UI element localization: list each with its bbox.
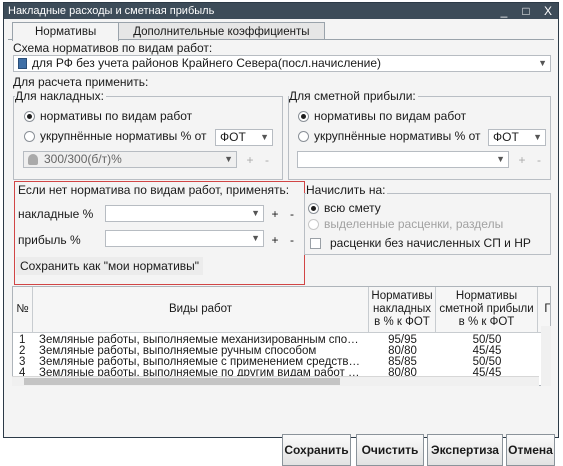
tab-norms[interactable]: Нормативы [12,22,120,41]
save-button[interactable]: Сохранить [282,434,351,466]
radio-icon [298,110,309,122]
checkbox-icon [310,237,321,249]
document-icon [18,58,27,69]
radio-icon [24,130,35,142]
fallback-profit-add-button[interactable]: + [270,233,280,247]
fallback-overhead-add-button[interactable]: + [270,207,280,221]
radio-icon [298,130,309,142]
table-vertical-scrollbar[interactable] [541,326,551,386]
profit-fot-value: ФОТ [493,130,519,144]
scheme-label: Схема нормативов по видам работ: [13,41,213,55]
overhead-radio-aggregated[interactable]: укрупнённые нормативы % от [24,129,207,143]
fallback-overhead-label: накладные % [18,207,94,221]
column-header-work-type[interactable]: Виды работ [33,287,369,333]
radio-icon [308,218,319,230]
overhead-radio-by-type[interactable]: нормативы по видам работ [24,109,192,123]
profit-radio-aggregated-label: укрупнённые нормативы % от [314,129,481,143]
fallback-label: Если нет норматива по видам работ, приме… [18,183,290,197]
chevron-down-icon: ▼ [533,132,542,142]
tab-body: Схема нормативов по видам работ: для РФ … [8,39,555,466]
overhead-remove-button[interactable]: - [262,153,272,167]
fallback-overhead-remove-button[interactable]: - [287,207,297,221]
chevron-down-icon: ▼ [496,154,505,164]
overhead-radio-aggregated-label: укрупнённые нормативы % от [40,129,207,143]
dialog-window: Накладные расходы и сметная прибыль _ □ … [3,2,559,466]
scrollbar-thumb[interactable] [24,378,340,385]
profit-remove-button[interactable]: - [534,153,544,167]
window-title: Накладные расходы и сметная прибыль [8,5,215,17]
user-icon [28,154,38,165]
save-my-norms-button[interactable]: Сохранить как "мои нормативы" [16,257,204,275]
profit-add-button[interactable]: + [517,153,527,167]
radio-icon [24,110,35,122]
column-header-overhead[interactable]: Нормативы накладных в % к ФОТ [369,287,436,333]
apply-for-label: Для расчета применить: [13,75,149,89]
radio-icon [308,202,319,214]
chevron-down-icon: ▼ [260,132,269,142]
chevron-down-icon: ▼ [224,154,233,164]
accrue-without-label: расценки без начисленных СП и НР [330,236,531,250]
column-header-profit[interactable]: Нормативы сметной прибыли в % к ФОТ [436,287,538,333]
tab-strip: Нормативы Дополнительные коэффициенты [12,22,325,41]
close-button[interactable]: X [542,3,554,19]
minimize-button[interactable]: _ [498,3,510,19]
overhead-fot-value: ФОТ [220,130,246,144]
profit-fot-select[interactable]: ФОТ ▼ [488,129,546,146]
fallback-overhead-select[interactable]: ▼ [105,205,264,222]
column-header-num[interactable]: № [13,287,33,333]
accrue-radio-whole[interactable]: всю смету [308,201,381,215]
accrue-radio-whole-label: всю смету [324,201,381,215]
overhead-label: Для накладных: [15,89,106,103]
title-bar: Накладные расходы и сметная прибыль _ □ … [4,3,558,19]
profit-norm-select[interactable]: ▼ [297,151,509,168]
profit-radio-by-type[interactable]: нормативы по видам работ [298,109,466,123]
accrue-label: Начислить на: [306,183,388,197]
clear-button[interactable]: Очистить [356,434,424,466]
scheme-select[interactable]: для РФ без учета районов Крайнего Севера… [13,55,551,72]
accrue-radio-selected-label: выделенные расценки, разделы [324,217,504,231]
maximize-button[interactable]: □ [520,3,532,19]
overhead-radio-by-type-label: нормативы по видам работ [40,109,193,123]
accrue-without-checkbox[interactable]: расценки без начисленных СП и НР [310,236,531,250]
overhead-norm-value: 300/300(б/т)% [44,152,122,166]
chevron-down-icon: ▼ [251,208,260,218]
fallback-profit-select[interactable]: ▼ [105,230,264,247]
fallback-profit-label: прибыль % [18,233,81,247]
chevron-down-icon: ▼ [251,233,260,243]
profit-label: Для сметной прибыли: [289,89,418,103]
table-horizontal-scrollbar[interactable] [12,376,539,386]
accrue-radio-selected[interactable]: выделенные расценки, разделы [308,217,503,231]
fallback-profit-remove-button[interactable]: - [287,233,297,247]
profit-radio-by-type-label: нормативы по видам работ [314,109,467,123]
work-types-table: № Виды работ Нормативы накладных в % к Ф… [12,286,551,386]
scheme-value: для РФ без учета районов Крайнего Севера… [32,56,382,70]
chevron-down-icon: ▼ [538,58,547,68]
profit-radio-aggregated[interactable]: укрупнённые нормативы % от [298,129,481,143]
overhead-fot-select[interactable]: ФОТ ▼ [215,129,273,146]
cancel-button[interactable]: Отмена [506,434,555,466]
overhead-norm-select[interactable]: 300/300(б/т)% ▼ [23,151,237,168]
overhead-add-button[interactable]: + [245,153,255,167]
tab-extra-coefficients[interactable]: Дополнительные коэффициенты [118,22,325,40]
expertise-button[interactable]: Экспертиза [427,434,503,466]
